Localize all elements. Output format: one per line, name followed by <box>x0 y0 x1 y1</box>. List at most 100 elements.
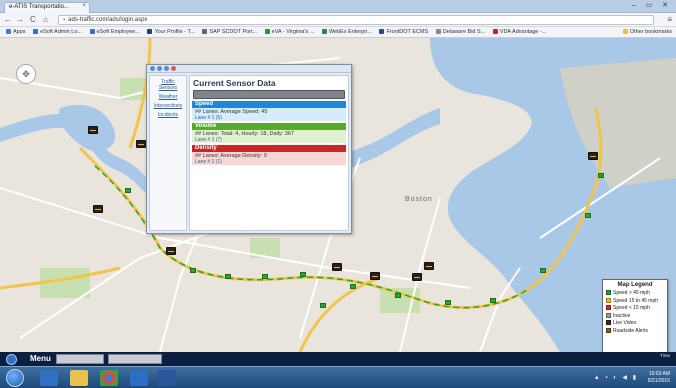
window-controls[interactable]: ‒ ▭ ✕ <box>632 1 672 9</box>
speed-sensor-icon[interactable] <box>190 268 196 273</box>
legend-item: Speed 15 to 45 mph <box>606 297 664 306</box>
speed-lane-link[interactable]: Lane # 1 (5) <box>195 115 343 121</box>
window-button-icon[interactable] <box>150 66 155 71</box>
speed-sensor-icon[interactable] <box>490 298 496 303</box>
sensor-data-window[interactable]: Traffic Sensors Weather Intersections In… <box>146 64 352 234</box>
speed-sensor-icon[interactable] <box>300 272 306 277</box>
reload-icon[interactable]: C <box>30 15 36 25</box>
speed-sensor-icon[interactable] <box>445 300 451 305</box>
legend-item: Speed < 15 mph <box>606 305 664 313</box>
bookmark-favicon-icon <box>435 29 441 34</box>
home-icon[interactable]: ⌂ <box>43 15 48 25</box>
bookmark-item[interactable]: SAP SCDOT Port... <box>202 27 257 37</box>
side-link-traffic-sensors[interactable]: Traffic Sensors <box>152 79 184 91</box>
bookmark-apps[interactable]: Apps <box>6 27 26 37</box>
volume-lane-link[interactable]: Lane # 1 (7) <box>195 137 343 143</box>
app-bar-tab[interactable] <box>108 354 162 364</box>
app-bar-tab[interactable] <box>56 354 104 364</box>
forward-arrow-icon[interactable]: → <box>16 15 24 25</box>
bookmark-favicon-icon <box>321 29 327 34</box>
address-bar[interactable]: ▪ ads-traffic.com/ads/login.aspx <box>58 15 654 25</box>
bookmarks-bar: Apps eSoft Admin Lo... eSoft Employee...… <box>0 27 676 38</box>
browser-tab-strip: e-ATIS Transportatio... × ‒ ▭ ✕ <box>0 0 676 13</box>
ie-browser-icon[interactable] <box>40 370 58 386</box>
outlook-icon[interactable] <box>130 370 148 386</box>
legend-title: Map Legend <box>617 282 653 288</box>
taskbar-clock[interactable]: 10:03 AM 5/21/2015 <box>648 371 670 385</box>
camera-marker-icon[interactable] <box>412 273 422 281</box>
section-header-density: Density <box>192 145 346 152</box>
bookmark-item[interactable]: eVA - Virginia's ... <box>264 27 314 37</box>
legend-item: Speed > 45 mph <box>606 290 664 298</box>
word-icon[interactable] <box>158 370 176 386</box>
bookmark-item[interactable]: WebEx Enterpri... <box>321 27 372 37</box>
speed-sensor-icon[interactable] <box>225 274 231 279</box>
other-bookmarks[interactable]: Other bookmarks <box>622 27 672 37</box>
camera-marker-icon[interactable] <box>93 205 103 213</box>
camera-marker-icon[interactable] <box>332 263 342 271</box>
browser-tab[interactable]: e-ATIS Transportatio... × <box>4 2 90 13</box>
camera-marker-icon[interactable] <box>166 247 176 255</box>
screen: e-ATIS Transportatio... × ‒ ▭ ✕ ← → C ⌂ … <box>0 0 676 388</box>
side-link-incidents[interactable]: Incidents <box>152 112 184 118</box>
bookmark-item[interactable]: eSoft Admin Lo... <box>33 27 82 37</box>
camera-marker-icon[interactable] <box>136 140 146 148</box>
speed-sensor-icon[interactable] <box>320 303 326 308</box>
bookmark-favicon-icon <box>264 29 270 34</box>
windows-taskbar: ▲ ▪ ◐ ◀ ▮ 10:03 AM 5/21/2015 <box>0 366 676 388</box>
speed-sensor-icon[interactable] <box>125 188 131 193</box>
tab-title: e-ATIS Transportatio... <box>9 4 69 10</box>
bookmark-item[interactable]: VDA Advantage -... <box>492 27 546 37</box>
camera-marker-icon[interactable] <box>370 272 380 280</box>
system-tray-icons[interactable]: ▲ ▪ ◐ ◀ ▮ <box>594 374 638 381</box>
camera-marker-icon[interactable] <box>588 152 598 160</box>
chrome-icon[interactable] <box>100 370 118 386</box>
tab-close-icon[interactable]: × <box>82 3 86 9</box>
sensor-window-title: Current Sensor Data <box>193 78 276 88</box>
app-orb-icon[interactable] <box>6 354 17 365</box>
back-arrow-icon[interactable]: ← <box>4 15 12 25</box>
bookmark-favicon-icon <box>492 29 498 34</box>
bookmark-favicon-icon <box>147 29 153 34</box>
sensor-selector-dropdown[interactable] <box>193 90 345 99</box>
section-body-speed: ## Lanes: Average Speed: 45 Lane # 1 (5) <box>192 108 346 121</box>
window-button-icon[interactable] <box>157 66 162 71</box>
bookmark-favicon-icon <box>379 29 385 34</box>
map-legend: Map Legend Speed > 45 mph Speed 15 to 45… <box>602 279 668 352</box>
speed-sensor-icon[interactable] <box>540 268 546 273</box>
speed-sensor-icon[interactable] <box>262 274 268 279</box>
legend-swatch-icon <box>606 305 611 311</box>
speed-sensor-icon[interactable] <box>598 173 604 178</box>
bookmark-item[interactable]: Your Profile - T... <box>147 27 195 37</box>
speed-sensor-icon[interactable] <box>585 213 591 218</box>
bookmark-item[interactable]: Delaware Bid S... <box>435 27 485 37</box>
start-button-icon[interactable] <box>6 369 24 387</box>
clock-date: 5/21/2015 <box>647 378 670 384</box>
legend-swatch-icon <box>606 290 611 295</box>
section-body-volume: ## Lanes: Total: 4, Hourly: 18, Daily: 3… <box>192 130 346 143</box>
app-menu-bar: Menu Time <box>0 352 676 366</box>
speed-sensor-icon[interactable] <box>350 284 356 289</box>
section-header-speed: Speed <box>192 101 346 108</box>
map-pan-control-icon[interactable]: ✥ <box>16 64 36 84</box>
bookmark-item[interactable]: eSoft Employee... <box>89 27 140 37</box>
sensor-window-titlebar[interactable] <box>147 65 351 73</box>
side-link-intersections[interactable]: Intersections <box>152 103 184 109</box>
section-body-density: ## Lanes: Average Density: 0 Lane # 1 (1… <box>192 152 346 165</box>
apps-icon <box>6 29 11 34</box>
menu-button[interactable]: Menu <box>30 354 51 363</box>
section-header-volume: Volume <box>192 123 346 130</box>
camera-marker-icon[interactable] <box>424 262 434 270</box>
legend-item: Roadside Alerts <box>606 327 664 336</box>
sensor-window-content: Current Sensor Data Speed ## Lanes: Aver… <box>189 75 349 231</box>
browser-menu-icon[interactable]: ≡ <box>667 15 672 24</box>
sensor-window-sidebar: Traffic Sensors Weather Intersections In… <box>149 75 187 231</box>
bookmark-item[interactable]: FrontDOT ECMS <box>379 27 428 37</box>
window-button-icon[interactable] <box>164 66 169 71</box>
window-close-icon[interactable] <box>171 66 176 71</box>
file-explorer-icon[interactable] <box>70 370 88 386</box>
camera-marker-icon[interactable] <box>88 126 98 134</box>
side-link-weather[interactable]: Weather <box>152 94 184 100</box>
speed-sensor-icon[interactable] <box>395 293 401 298</box>
density-lane-link[interactable]: Lane # 1 (1) <box>195 159 343 165</box>
